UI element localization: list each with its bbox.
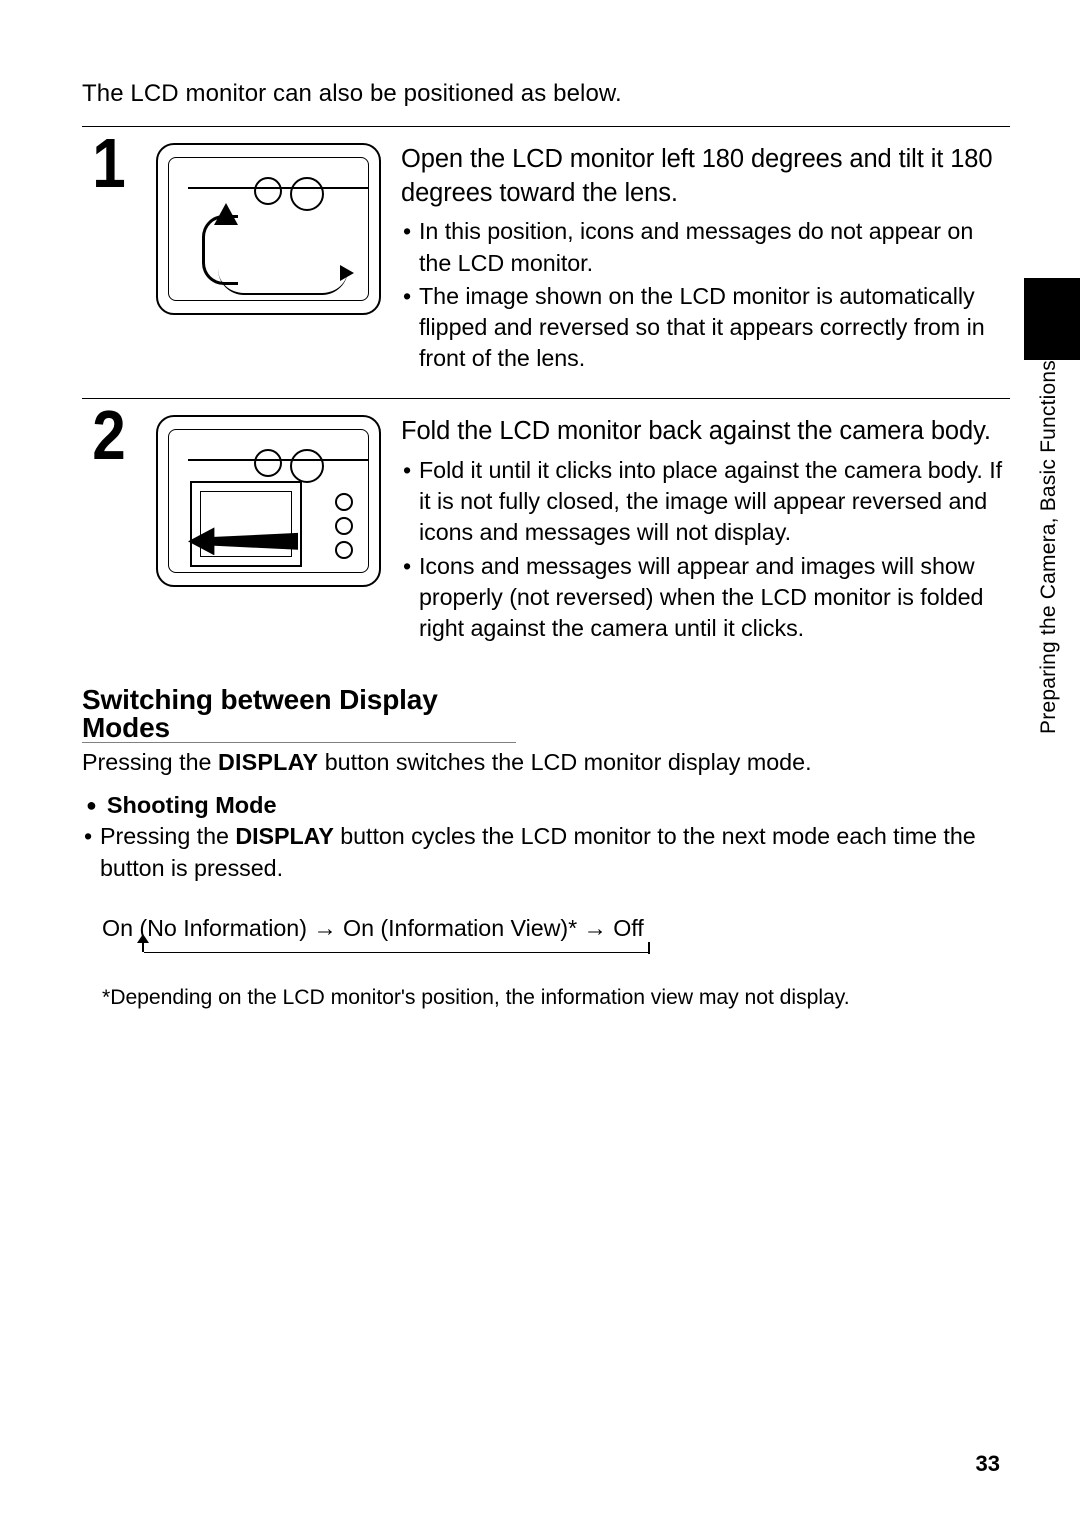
step-2-illustration (156, 415, 381, 587)
section-body-post: button switches the LCD monitor display … (318, 749, 811, 775)
side-tab (1024, 278, 1080, 360)
side-section-label: Preparing the Camera, Basic Functions (1036, 362, 1062, 732)
step-1-number: 1 (86, 137, 132, 190)
intro-text: The LCD monitor can also be positioned a… (82, 80, 1010, 108)
display-button-ref: DISPLAY (218, 749, 318, 775)
display-cycle-sequence: On (No Information) → On (Information Vi… (102, 915, 1010, 942)
page-number: 33 (976, 1451, 1000, 1477)
step-2-text: Fold the LCD monitor back against the ca… (401, 415, 1010, 646)
step-1-bullet-1: In this position, icons and messages do … (401, 216, 1010, 278)
section-body-pre: Pressing the (82, 749, 218, 775)
section-heading: Switching between Display Modes (82, 686, 516, 743)
shooting-mode-heading: Shooting Mode (82, 792, 1010, 819)
step-2-bullets: Fold it until it clicks into place again… (401, 455, 1010, 644)
side-section-text: Preparing the Camera, Basic Functions (1037, 360, 1061, 734)
step-1: 1 Open the LCD monitor left 180 degrees … (82, 127, 1010, 394)
display-cycle: On (No Information) → On (Information Vi… (102, 915, 1010, 962)
step-1-title: Open the LCD monitor left 180 degrees an… (401, 143, 1010, 210)
step-2-number: 2 (86, 409, 132, 462)
step-2-bullet-1: Fold it until it clicks into place again… (401, 455, 1010, 549)
shooting-mode-bullets: Pressing the DISPLAY button cycles the L… (82, 821, 1010, 884)
step-1-bullet-2: The image shown on the LCD monitor is au… (401, 281, 1010, 375)
manual-page: Preparing the Camera, Basic Functions Th… (0, 0, 1080, 1529)
shooting-bullet-pre: Pressing the (100, 823, 235, 849)
display-button-ref-2: DISPLAY (235, 823, 333, 849)
section-body: Pressing the DISPLAY button switches the… (82, 746, 1010, 778)
shooting-mode-bullet: Pressing the DISPLAY button cycles the L… (82, 821, 1010, 884)
step-2-title: Fold the LCD monitor back against the ca… (401, 415, 1010, 449)
footnote: *Depending on the LCD monitor's position… (102, 986, 1010, 1010)
cycle-return-arrow (130, 942, 650, 962)
step-1-illustration (156, 143, 381, 315)
step-2: 2 Fold the LCD monitor back against the … (82, 399, 1010, 664)
step-1-text: Open the LCD monitor left 180 degrees an… (401, 143, 1010, 376)
step-1-bullets: In this position, icons and messages do … (401, 216, 1010, 374)
section-heading-wrap: Switching between Display Modes (82, 664, 1010, 746)
step-2-bullet-2: Icons and messages will appear and image… (401, 551, 1010, 645)
